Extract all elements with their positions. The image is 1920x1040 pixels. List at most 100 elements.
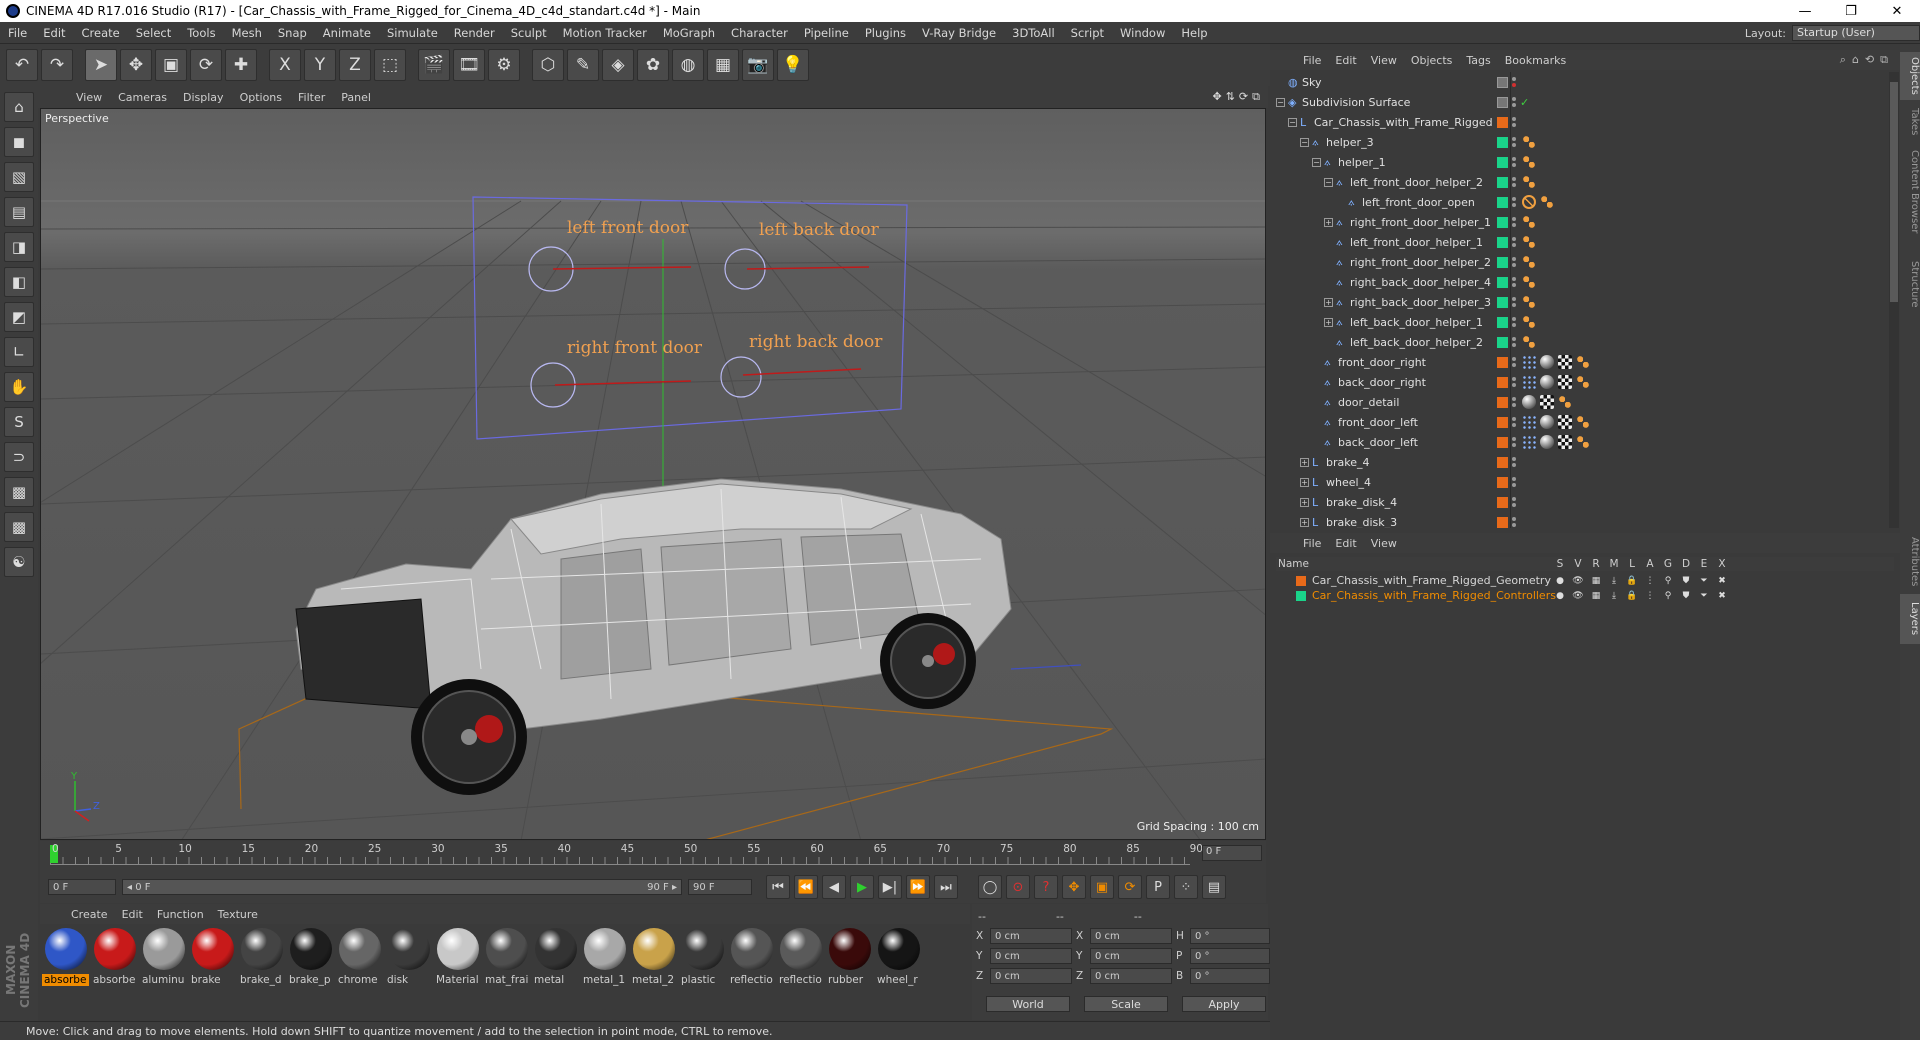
orange-tag-icon[interactable]: [1576, 355, 1590, 369]
editor-visibility-dot[interactable]: [1512, 377, 1516, 381]
object-row[interactable]: − ⟑ left_front_door_helper_2: [1270, 172, 1890, 192]
material-swatch[interactable]: plastic: [679, 926, 726, 1018]
material-swatch[interactable]: mat_frai: [483, 926, 530, 1018]
render-visibility-dot[interactable]: [1512, 243, 1516, 247]
object-mode-button[interactable]: ◼: [4, 127, 34, 157]
layer-generators-toggle[interactable]: ⚲: [1662, 576, 1674, 586]
render-visibility-dot[interactable]: [1512, 283, 1516, 287]
collapse-icon[interactable]: −: [1300, 137, 1309, 147]
object-scrollbar[interactable]: [1889, 72, 1899, 528]
menu-file[interactable]: File: [0, 26, 35, 40]
menu-simulate[interactable]: Simulate: [379, 26, 446, 40]
layer-color-swatch[interactable]: [1497, 156, 1508, 168]
checker-tag-icon[interactable]: [1558, 435, 1572, 449]
new-window-icon[interactable]: ⧉: [1880, 53, 1888, 67]
layer-locked-toggle[interactable]: 🔒: [1626, 576, 1638, 586]
material-swatch[interactable]: metal: [532, 926, 579, 1018]
layer-column-g[interactable]: G: [1662, 558, 1674, 570]
object-row[interactable]: + Lbrake_disk_4: [1270, 492, 1890, 512]
collapse-icon[interactable]: −: [1276, 97, 1285, 107]
object-row[interactable]: ⟑ right_front_door_helper_2: [1270, 252, 1890, 272]
dots-tag-icon[interactable]: [1522, 415, 1536, 429]
back-icon[interactable]: ⟲: [1865, 53, 1874, 67]
layer-manager-toggle[interactable]: ⤓: [1608, 591, 1620, 601]
layer-color-swatch[interactable]: [1497, 136, 1508, 148]
floor-button[interactable]: ▦: [707, 49, 739, 81]
layer-color-swatch[interactable]: [1497, 116, 1508, 128]
subdivision-button[interactable]: ◈: [602, 49, 634, 81]
start-frame-field[interactable]: 0 F: [48, 879, 116, 895]
layer-solo-toggle[interactable]: ●: [1554, 576, 1566, 586]
zoom-icon[interactable]: ⇅: [1226, 90, 1235, 104]
editor-visibility-dot[interactable]: [1512, 277, 1516, 281]
object-row[interactable]: ⟑ left_front_door_open: [1270, 192, 1890, 212]
workplane-button[interactable]: ▤: [4, 197, 34, 227]
menu-sculpt[interactable]: Sculpt: [503, 26, 555, 40]
render-visibility-dot[interactable]: [1512, 303, 1516, 307]
expand-icon[interactable]: +: [1324, 297, 1333, 307]
render-visibility-dot[interactable]: [1512, 183, 1516, 187]
material-swatch[interactable]: reflectio: [728, 926, 775, 1018]
editor-visibility-dot[interactable]: [1512, 317, 1516, 321]
side-tab-takes[interactable]: Takes: [1900, 104, 1920, 140]
layer-empty-swatch[interactable]: [1497, 76, 1508, 88]
polygons-mode-button[interactable]: ◩: [4, 302, 34, 332]
render-visibility-dot[interactable]: [1512, 523, 1516, 527]
layer-menu-edit[interactable]: Edit: [1328, 537, 1363, 550]
scale-dropdown[interactable]: Scale: [1084, 996, 1168, 1012]
material-menu-texture[interactable]: Texture: [211, 908, 265, 921]
layer-column-a[interactable]: A: [1644, 558, 1656, 570]
orange-tag-icon[interactable]: [1522, 275, 1536, 289]
editor-visibility-dot[interactable]: [1512, 177, 1516, 181]
expand-icon[interactable]: +: [1324, 317, 1333, 327]
layer-color-swatch[interactable]: [1497, 496, 1508, 508]
layer-color-swatch[interactable]: [1497, 376, 1508, 388]
checker-tag-icon[interactable]: [1558, 355, 1572, 369]
object-row[interactable]: ⟑ left_back_door_helper_2: [1270, 332, 1890, 352]
editor-visibility-dot[interactable]: [1512, 437, 1516, 441]
snap-button[interactable]: S: [4, 407, 34, 437]
editor-visibility-dot[interactable]: [1512, 517, 1516, 521]
menu-v-ray-bridge[interactable]: V-Ray Bridge: [914, 26, 1004, 40]
layer-color-swatch[interactable]: [1497, 296, 1508, 308]
material-swatch[interactable]: metal_1: [581, 926, 628, 1018]
frame-range-slider[interactable]: ◂ 0 F 90 F ▸: [122, 879, 682, 895]
material-swatch[interactable]: chrome: [336, 926, 383, 1018]
render-visibility-dot[interactable]: [1512, 423, 1516, 427]
object-row[interactable]: + Lbrake_disk_3: [1270, 512, 1890, 528]
editor-visibility-dot[interactable]: [1512, 297, 1516, 301]
model-mode-button[interactable]: ⌂: [4, 92, 34, 122]
search-icon[interactable]: ⌕: [1840, 53, 1846, 67]
menu-script[interactable]: Script: [1063, 26, 1112, 40]
orange-tag-icon[interactable]: [1522, 235, 1536, 249]
render-visibility-dot[interactable]: [1512, 103, 1516, 107]
menu-create[interactable]: Create: [74, 26, 128, 40]
size-x-field[interactable]: 0 cm: [1090, 928, 1172, 944]
next-frame-button[interactable]: ▶|: [878, 875, 902, 899]
layer-column-d[interactable]: D: [1680, 558, 1692, 570]
y-axis-button[interactable]: Y: [304, 49, 336, 81]
checker-tag-icon[interactable]: [1558, 415, 1572, 429]
material-swatch[interactable]: rubber: [826, 926, 873, 1018]
editor-visibility-dot[interactable]: [1512, 477, 1516, 481]
apply-button[interactable]: Apply: [1182, 996, 1266, 1012]
object-menu-view[interactable]: View: [1364, 54, 1404, 67]
object-menu-tags[interactable]: Tags: [1459, 54, 1497, 67]
x-axis-button[interactable]: X: [269, 49, 301, 81]
render-settings-button[interactable]: ⚙: [488, 49, 520, 81]
go-to-start-button[interactable]: ⏮: [766, 875, 790, 899]
collapse-icon[interactable]: −: [1324, 177, 1333, 187]
render-visibility-dot[interactable]: [1512, 223, 1516, 227]
checker-tag-icon[interactable]: [1540, 395, 1554, 409]
orange-tag-icon[interactable]: [1540, 195, 1554, 209]
orange-tag-icon[interactable]: [1522, 215, 1536, 229]
layer-animation-toggle[interactable]: ⋮: [1644, 591, 1656, 601]
axis-mode-button[interactable]: ∟: [4, 337, 34, 367]
world-dropdown[interactable]: World: [986, 996, 1070, 1012]
render-visibility-dot[interactable]: [1512, 123, 1516, 127]
rotate-button[interactable]: ⟳: [190, 49, 222, 81]
render-picture-viewer-button[interactable]: 🎞: [453, 49, 485, 81]
collapse-icon[interactable]: −: [1288, 117, 1297, 127]
material-swatch[interactable]: disk: [385, 926, 432, 1018]
viewport-menu-panel[interactable]: Panel: [333, 91, 379, 104]
